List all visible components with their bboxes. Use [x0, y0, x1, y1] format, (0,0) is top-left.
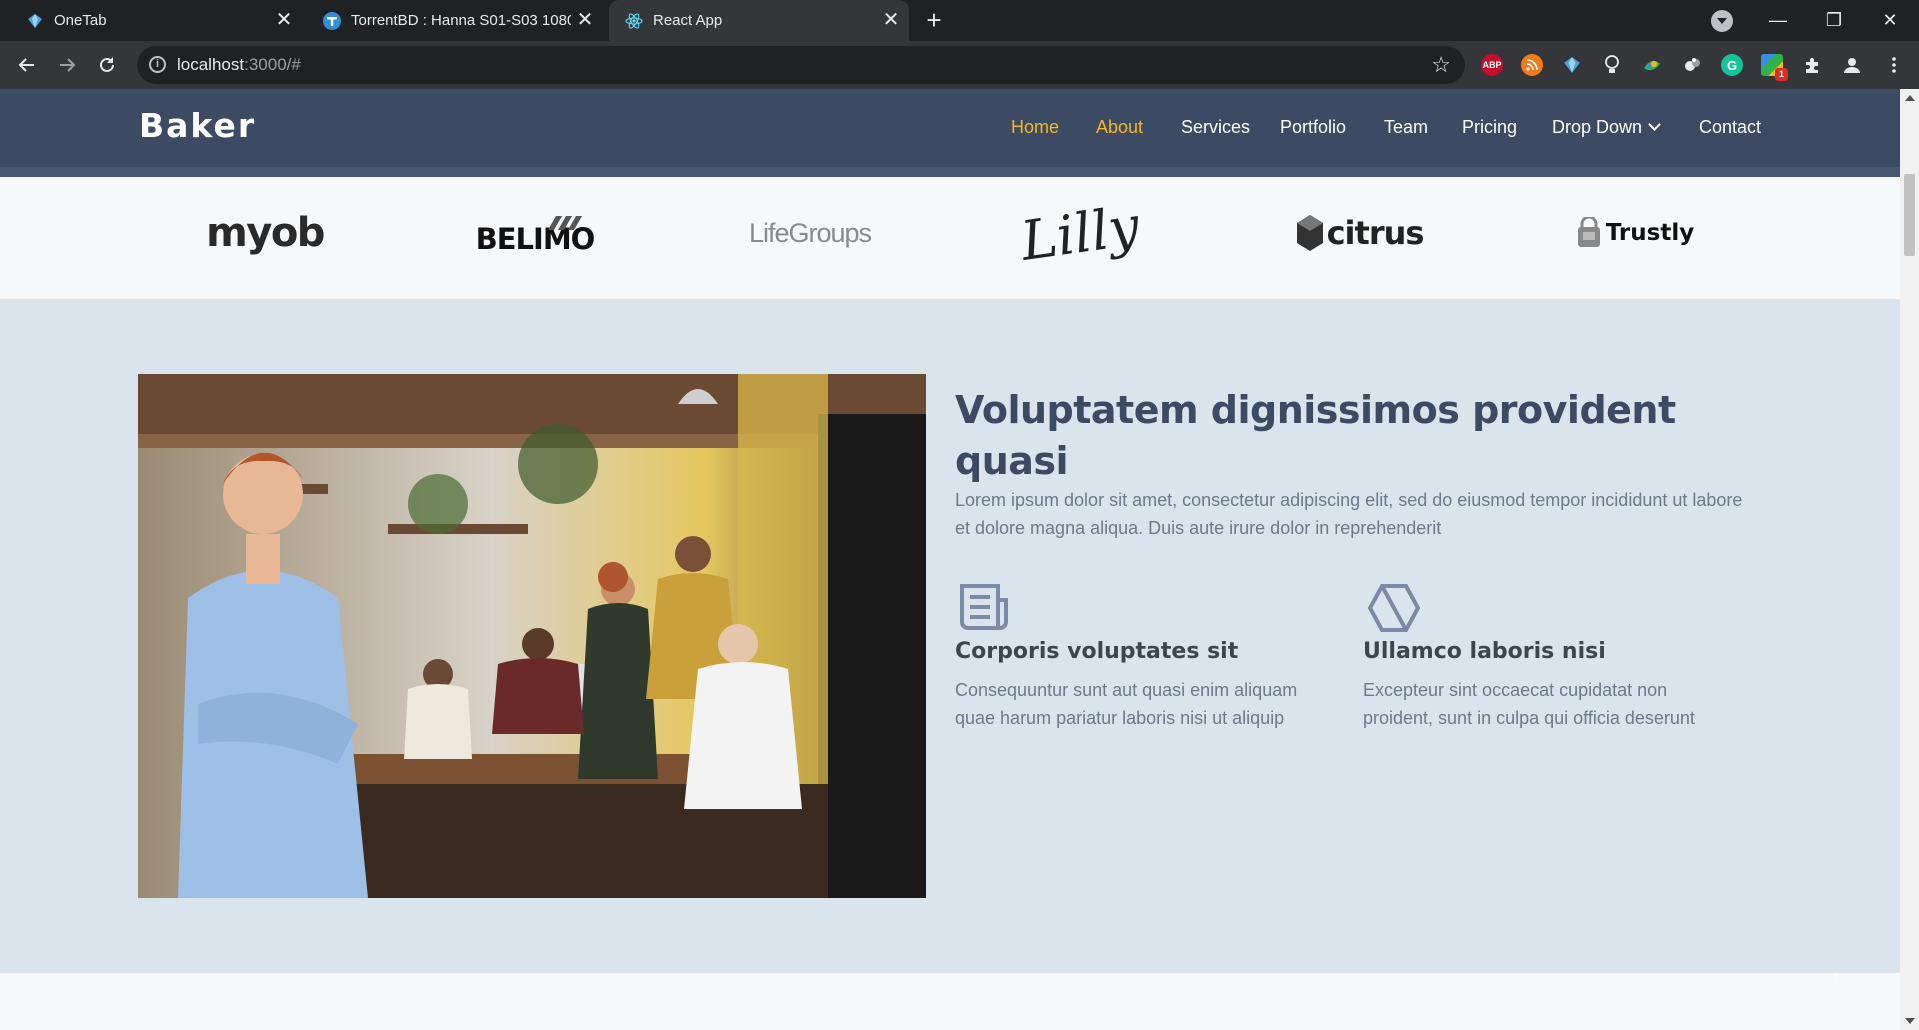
about-section: Voluptatem dignissimos provident quasi L… [0, 299, 1900, 973]
flag-badge: 1 [1775, 68, 1788, 81]
nav-about[interactable]: About [1096, 117, 1143, 138]
browser-toolbar: i localhost:3000/# ☆ ABP G 1 [0, 41, 1919, 89]
react-icon [625, 12, 643, 30]
rss-icon[interactable] [1521, 54, 1543, 76]
minimize-button[interactable]: — [1750, 0, 1806, 41]
clients-section: myob BELIMO LifeGroups Lilly citrus Trus… [0, 177, 1900, 299]
nav-team[interactable]: Team [1384, 117, 1428, 138]
reload-button[interactable] [93, 51, 121, 79]
feature-title: Corporis voluptates sit [955, 639, 1239, 664]
tab-react-app[interactable]: React App ✕ [609, 0, 909, 41]
close-icon[interactable]: ✕ [575, 10, 595, 30]
menu-dots-icon[interactable] [1883, 54, 1905, 76]
newspaper-icon [958, 582, 1012, 634]
page-scrollbar[interactable] [1900, 89, 1919, 1030]
address-bar[interactable]: i localhost:3000/# ☆ [137, 46, 1465, 84]
nav-pricing[interactable]: Pricing [1462, 117, 1517, 138]
colorful-icon[interactable] [1641, 54, 1663, 76]
restore-button[interactable]: ❐ [1806, 0, 1862, 41]
trustly-bag-icon [1577, 217, 1600, 247]
hexagon-icon [1367, 582, 1421, 634]
about-lead-text: Lorem ipsum dolor sit amet, consectetur … [955, 490, 1743, 538]
nav-services[interactable]: Services [1181, 117, 1250, 138]
team-photo [138, 374, 926, 898]
grammarly-icon[interactable]: G [1721, 54, 1743, 76]
bulb-icon[interactable] [1601, 54, 1623, 76]
feature-text: Consequuntur sunt aut quasi enim aliquam… [955, 680, 1298, 728]
nav-home[interactable]: Home [1011, 117, 1059, 138]
bookmark-star-icon[interactable]: ☆ [1431, 52, 1451, 78]
feature-text: Excepteur sint occaecat cupidatat non pr… [1363, 680, 1695, 728]
scroll-up-icon[interactable] [1905, 95, 1915, 101]
tab-search-icon[interactable] [1711, 10, 1733, 32]
arrow-up-icon[interactable]: ↑ [1826, 967, 1846, 987]
citrus-mark-icon [1296, 215, 1323, 251]
tab-title: OneTab [54, 12, 107, 29]
close-icon[interactable]: ✕ [881, 10, 901, 30]
web-page: Baker Home About Services Portfolio Team… [0, 89, 1900, 1030]
feature-title: Ullamco laboris nisi [1363, 639, 1606, 664]
client-logo-citrus: citrus [1290, 203, 1430, 263]
onetab-ext-icon[interactable] [1561, 54, 1583, 76]
tab-title: TorrentBD : Hanna S01-S03 1080p [351, 12, 571, 29]
torrentbd-icon [323, 11, 341, 30]
new-tab-button[interactable]: + [921, 7, 947, 34]
close-icon[interactable]: ✕ [274, 10, 294, 30]
nav-dropdown[interactable]: Drop Down [1552, 117, 1661, 138]
profile-icon[interactable] [1841, 54, 1863, 76]
puzzle-icon[interactable] [1801, 54, 1823, 76]
url-text: localhost:3000/# [177, 55, 301, 74]
belimo-mark-icon [548, 216, 582, 230]
onetab-icon [26, 12, 44, 30]
client-logo-trustly: Trustly [1560, 203, 1710, 263]
flag-icon[interactable]: 1 [1761, 54, 1788, 81]
back-button[interactable] [13, 51, 41, 79]
browser-tab-strip: OneTab ✕ TorrentBD : Hanna S01-S03 1080p… [0, 0, 1919, 41]
dark-mode-icon[interactable] [1681, 54, 1703, 76]
chevron-down-icon [1648, 118, 1661, 131]
about-heading: Voluptatem dignissimos provident quasi [955, 388, 1676, 483]
client-logo-myob: myob [206, 210, 325, 256]
scrollbar-thumb[interactable] [1904, 174, 1915, 256]
client-logo-belimo: BELIMO [470, 203, 600, 263]
site-logo[interactable]: Baker [139, 106, 256, 145]
abp-icon[interactable]: ABP [1481, 54, 1503, 76]
tab-torrentbd[interactable]: TorrentBD : Hanna S01-S03 1080p ✕ [309, 0, 603, 41]
site-info-icon[interactable]: i [149, 56, 166, 73]
client-logo-lilly: Lilly [1017, 193, 1143, 273]
scroll-down-icon[interactable] [1905, 1018, 1915, 1024]
tab-onetab[interactable]: OneTab ✕ [8, 0, 302, 41]
tab-title: React App [653, 12, 723, 29]
close-window-button[interactable]: ✕ [1862, 0, 1918, 41]
forward-button[interactable] [53, 51, 81, 79]
nav-dropdown-label: Drop Down [1552, 117, 1643, 137]
nav-portfolio[interactable]: Portfolio [1280, 117, 1346, 138]
site-header: Baker Home About Services Portfolio Team… [0, 89, 1900, 177]
client-logo-lifegroups: LifeGroups [748, 217, 872, 248]
nav-contact[interactable]: Contact [1699, 117, 1761, 138]
